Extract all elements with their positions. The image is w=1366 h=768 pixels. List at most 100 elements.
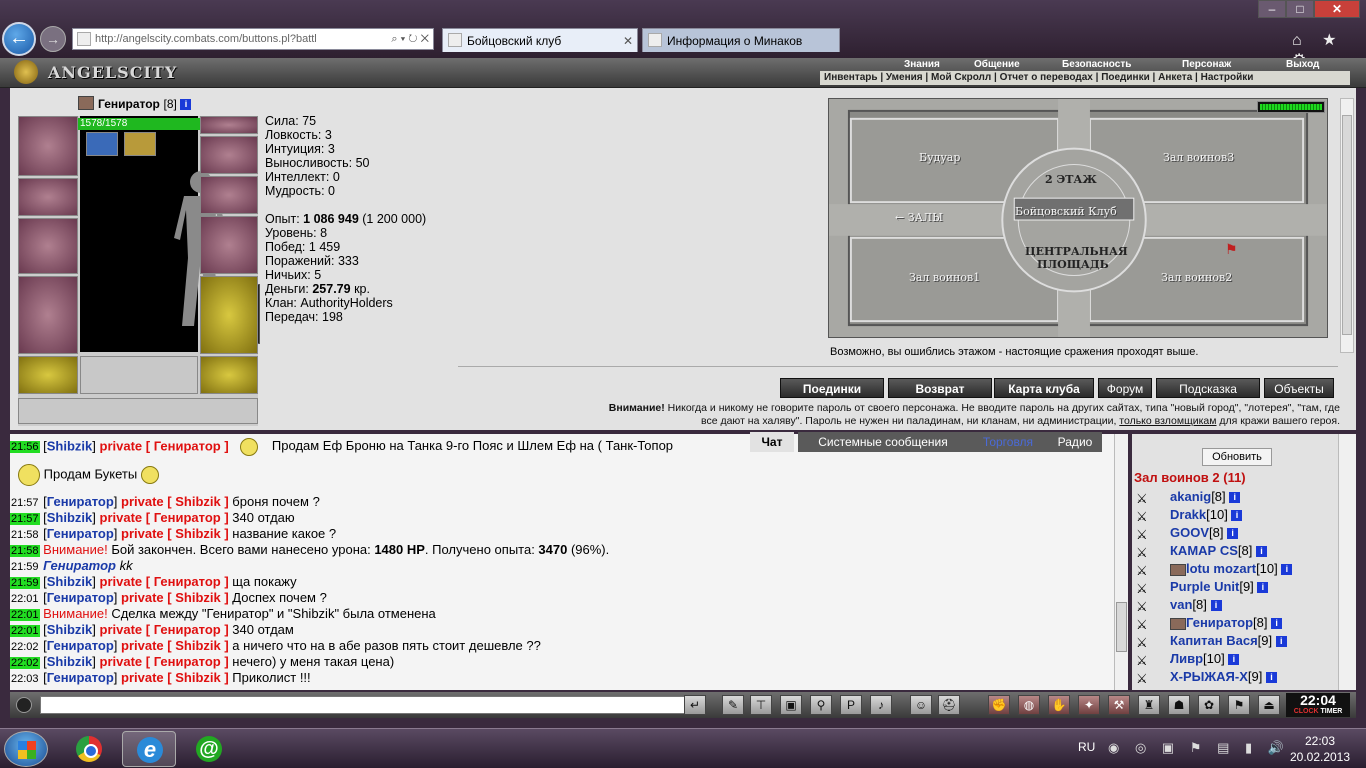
timer-label[interactable]: TIMER bbox=[1321, 708, 1343, 715]
return-button[interactable]: Возврат bbox=[888, 378, 992, 398]
send-icon[interactable]: ↵ bbox=[684, 695, 706, 715]
info-icon[interactable]: i bbox=[1210, 600, 1222, 612]
address-bar[interactable]: http://angelscity.combats.com/buttons.pl… bbox=[72, 28, 434, 50]
club-map-button[interactable]: Карта клуба bbox=[994, 378, 1094, 398]
menu-exit[interactable]: Выход bbox=[1286, 59, 1319, 70]
map-label-club[interactable]: Бойцовский Клуб bbox=[1015, 205, 1117, 218]
chat-nick[interactable]: Shibzik bbox=[47, 574, 93, 589]
menu-knowledge[interactable]: Знания bbox=[904, 59, 940, 70]
attack-icon[interactable]: ⚔ bbox=[1136, 616, 1156, 632]
info-icon[interactable]: i bbox=[1231, 510, 1243, 522]
submenu-settings[interactable]: Настройки bbox=[1201, 72, 1254, 83]
info-icon[interactable]: i bbox=[1281, 564, 1293, 576]
flag-icon[interactable]: ⚑ bbox=[1228, 695, 1250, 715]
pants-slot[interactable] bbox=[200, 276, 258, 354]
menu-communication[interactable]: Общение bbox=[974, 59, 1020, 70]
chat-nick[interactable]: Shibzik bbox=[47, 622, 93, 637]
menu-security[interactable]: Безопасность bbox=[1062, 59, 1131, 70]
map-label-hall2[interactable]: Зал воинов2 bbox=[1161, 271, 1232, 284]
helmet-slot[interactable] bbox=[18, 116, 78, 176]
belt-slot[interactable] bbox=[18, 356, 78, 394]
start-button[interactable] bbox=[4, 731, 48, 767]
close-tab-icon[interactable]: ✕ bbox=[623, 29, 633, 52]
minimize-button[interactable]: – bbox=[1258, 0, 1286, 18]
main-scrollbar[interactable] bbox=[1340, 98, 1354, 353]
submenu-profile[interactable]: Анкета bbox=[1158, 72, 1192, 83]
chat-mode-icon[interactable] bbox=[16, 697, 32, 713]
weapon-slot[interactable] bbox=[18, 218, 78, 274]
attack-icon[interactable]: ⚔ bbox=[1136, 508, 1156, 524]
chat-input[interactable] bbox=[40, 696, 690, 714]
shield-slot[interactable] bbox=[200, 216, 258, 274]
tab-radio[interactable]: Радио bbox=[1048, 432, 1102, 452]
userlist-scrollbar[interactable] bbox=[1338, 434, 1356, 690]
save-icon[interactable]: ▣ bbox=[780, 695, 802, 715]
forum-button[interactable]: Форум bbox=[1098, 378, 1152, 398]
refresh-button[interactable]: Обновить bbox=[1202, 448, 1272, 466]
helm-icon[interactable]: ♜ bbox=[1138, 695, 1160, 715]
tray-date[interactable]: 20.02.2013 bbox=[1280, 750, 1360, 764]
info-icon[interactable]: i bbox=[1275, 636, 1287, 648]
clock-label[interactable]: CLOCK bbox=[1294, 708, 1319, 715]
club-map[interactable]: Будуар Зал воинов3 2 ЭТАЖ Бойцовский Клу… bbox=[828, 98, 1328, 338]
attack-icon[interactable]: ⚔ bbox=[1136, 634, 1156, 650]
hackers-link[interactable]: только взломщикам bbox=[1119, 415, 1216, 427]
chat-nick[interactable]: Shibzik bbox=[47, 654, 93, 669]
attack-icon[interactable]: ⚔ bbox=[1136, 490, 1156, 506]
clan-icon[interactable] bbox=[78, 96, 94, 110]
submenu-transfers[interactable]: Отчет о переводах bbox=[1000, 72, 1093, 83]
taskbar-ie[interactable]: e bbox=[122, 731, 176, 767]
chat-nick[interactable]: Гениратор bbox=[47, 526, 114, 541]
scroll-slots[interactable] bbox=[18, 398, 258, 424]
walk-icon[interactable]: ⚲ bbox=[810, 695, 832, 715]
bracers-slot[interactable] bbox=[18, 178, 78, 216]
tab-chat[interactable]: Чат bbox=[750, 432, 794, 452]
back-button[interactable]: ← bbox=[2, 22, 36, 56]
inventory-quick-slots[interactable] bbox=[80, 356, 198, 394]
scroll-icon[interactable]: ✦ bbox=[1078, 695, 1100, 715]
hint-button[interactable]: Подсказка bbox=[1156, 378, 1260, 398]
chat-nick[interactable]: Гениратор bbox=[47, 670, 114, 685]
forward-button[interactable]: → bbox=[40, 26, 66, 52]
language-indicator[interactable]: RU bbox=[1078, 740, 1095, 754]
info-icon[interactable]: i bbox=[1228, 654, 1240, 666]
close-button[interactable]: ✕ bbox=[1314, 0, 1360, 18]
clan-icon[interactable] bbox=[1170, 617, 1186, 630]
attack-icon[interactable]: ⚔ bbox=[1136, 526, 1156, 542]
attack-icon[interactable]: ⚔ bbox=[1136, 670, 1156, 686]
tab-system-messages[interactable]: Системные сообщения bbox=[798, 432, 968, 452]
info-icon[interactable]: i bbox=[1271, 618, 1283, 630]
map-label-hall3[interactable]: Зал воинов3 bbox=[1163, 151, 1234, 164]
fights-button[interactable]: Поединки bbox=[780, 378, 884, 398]
sound-icon[interactable]: ♪ bbox=[870, 695, 892, 715]
chat-scrollbar[interactable] bbox=[1114, 434, 1128, 690]
info-icon[interactable]: i bbox=[180, 99, 192, 111]
helmet-icon[interactable]: ⛑ bbox=[938, 695, 960, 715]
paw-icon[interactable]: ✿ bbox=[1198, 695, 1220, 715]
tab-trade[interactable]: Торговля bbox=[968, 432, 1048, 452]
submenu-inventory[interactable]: Инвентарь bbox=[824, 72, 878, 83]
buff-icon-fire[interactable] bbox=[124, 132, 156, 156]
menu-character[interactable]: Персонаж bbox=[1182, 59, 1231, 70]
exit-icon[interactable]: ⏏ bbox=[1258, 695, 1280, 715]
hand-icon[interactable]: ✋ bbox=[1048, 695, 1070, 715]
amulet-slot[interactable] bbox=[200, 116, 258, 134]
info-icon[interactable]: i bbox=[1257, 582, 1269, 594]
mask-icon[interactable]: ☗ bbox=[1168, 695, 1190, 715]
chat-nick[interactable]: Гениратор bbox=[47, 590, 114, 605]
address-controls[interactable]: ⌕ ▾ ↻ ✕ bbox=[391, 29, 429, 49]
filter-icon[interactable]: ⊤ bbox=[750, 695, 772, 715]
chat-nick[interactable]: Гениратор bbox=[47, 638, 114, 653]
info-icon[interactable]: i bbox=[1227, 528, 1239, 540]
clan-icon[interactable] bbox=[1170, 563, 1186, 576]
browser-tab-1[interactable]: Бойцовский клуб ✕ bbox=[442, 28, 638, 52]
submenu-scroll[interactable]: Мой Скролл bbox=[931, 72, 991, 83]
translit-icon[interactable]: P bbox=[840, 695, 862, 715]
attack-icon[interactable]: ⚔ bbox=[1136, 562, 1156, 578]
info-icon[interactable]: i bbox=[1229, 492, 1241, 504]
maximize-button[interactable]: □ bbox=[1286, 0, 1314, 18]
attack-icon[interactable]: ⚔ bbox=[1136, 598, 1156, 614]
fight-icon[interactable]: ✊ bbox=[988, 695, 1010, 715]
submenu-skills[interactable]: Умения bbox=[886, 72, 923, 83]
attack-icon[interactable]: ⚔ bbox=[1136, 580, 1156, 596]
